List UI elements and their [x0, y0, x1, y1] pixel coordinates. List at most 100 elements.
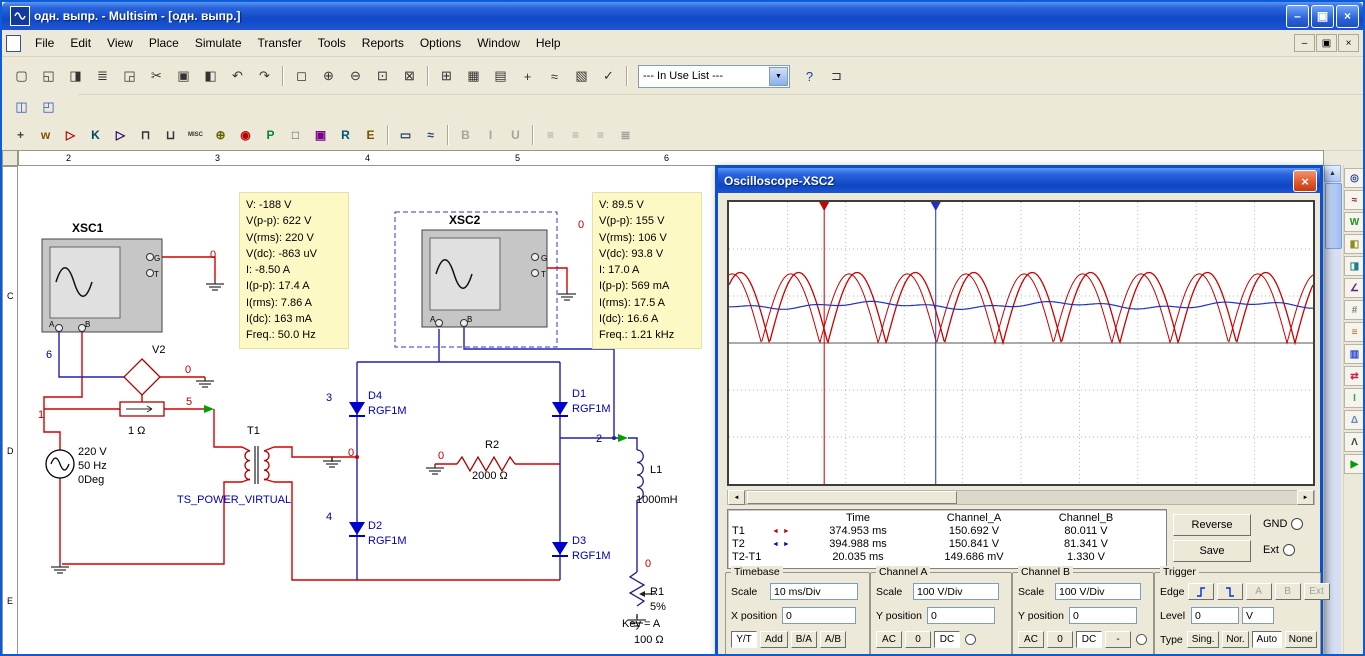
channel-a-scale-input[interactable]: 100 V/Div [913, 583, 999, 600]
grapher-icon[interactable]: ≈ [542, 64, 567, 89]
menu-place[interactable]: Place [141, 33, 187, 53]
frequency-counter-icon[interactable]: # [1344, 300, 1365, 320]
xsc1-oscilloscope-instrument[interactable] [42, 239, 162, 332]
scroll-left-icon[interactable]: ◄ [728, 490, 745, 505]
timebase-add-button[interactable]: Add [760, 631, 788, 648]
function-generator-icon[interactable]: ≈ [1344, 190, 1365, 210]
menu-tools[interactable]: Tools [310, 33, 354, 53]
wattmeter-icon[interactable]: W [1344, 212, 1365, 232]
maximize-button[interactable]: ▣ [1311, 5, 1334, 28]
full-screen-icon[interactable]: ◻ [289, 64, 314, 89]
place-cmos-icon[interactable]: ⊔ [159, 124, 182, 147]
ac-source-220v[interactable] [46, 450, 74, 478]
four-channel-oscilloscope-icon[interactable]: ◨ [1344, 256, 1365, 276]
place-transistor-icon[interactable]: K [84, 124, 107, 147]
xsc2-oscilloscope-instrument[interactable] [422, 230, 547, 327]
channel-b-y-position-input[interactable]: 0 [1069, 607, 1137, 624]
channel-a-zero-button[interactable]: 0 [905, 631, 931, 648]
reverse-button[interactable]: Reverse [1173, 514, 1251, 536]
timebase-x-position-input[interactable]: 0 [782, 607, 856, 624]
zoom-area-icon[interactable]: ⊡ [370, 64, 395, 89]
mdi-restore-button[interactable]: ▣ [1316, 34, 1337, 52]
channel-a-y-position-input[interactable]: 0 [927, 607, 995, 624]
menu-options[interactable]: Options [412, 33, 469, 53]
place-power-icon[interactable]: P [259, 124, 282, 147]
word-generator-icon[interactable]: ≡ [1344, 322, 1365, 342]
create-component-icon[interactable]: + [515, 64, 540, 89]
menu-view[interactable]: View [99, 33, 141, 53]
oscilloscope-icon[interactable]: ◧ [1344, 234, 1365, 254]
t1-cursor-spinner[interactable]: ◄ ► [772, 525, 798, 538]
bode-plotter-icon[interactable]: ∠ [1344, 278, 1365, 298]
place-source-icon[interactable]: + [9, 124, 32, 147]
distortion-analyzer-icon[interactable]: Δ [1344, 410, 1365, 430]
zoom-in-icon[interactable]: ⊕ [316, 64, 341, 89]
open-file-icon[interactable]: ◱ [36, 64, 61, 89]
iv-analyzer-icon[interactable]: I [1344, 388, 1365, 408]
resistor-r2[interactable] [457, 457, 515, 471]
cut-icon[interactable]: ✂ [144, 64, 169, 89]
trigger-rising-edge-icon[interactable] [1188, 583, 1214, 600]
ext-trigger-terminal-icon[interactable] [1283, 544, 1295, 556]
place-ttl-icon[interactable]: ⊓ [134, 124, 157, 147]
print-preview-icon[interactable]: ◲ [117, 64, 142, 89]
transformer-t1[interactable] [245, 446, 269, 484]
trigger-normal-button[interactable]: Nor. [1222, 631, 1249, 648]
menu-help[interactable]: Help [528, 33, 569, 53]
new-file-icon[interactable]: ▢ [9, 64, 34, 89]
series-resistor-1ohm[interactable] [120, 402, 164, 416]
paste-icon[interactable]: ◧ [198, 64, 223, 89]
zoom-out-icon[interactable]: ⊖ [343, 64, 368, 89]
in-use-list-dropdown[interactable]: --- In Use List --- ▼ [638, 65, 790, 88]
window-titlebar[interactable]: одн. выпр. - Multisim - [одн. выпр.] –▣× [2, 2, 1363, 30]
place-mixed-icon[interactable]: ⊕ [209, 124, 232, 147]
mdi-minimize-button[interactable]: – [1294, 34, 1315, 52]
component-wizard-icon[interactable]: ⊐ [824, 64, 849, 89]
measurement-probe-icon[interactable]: ▶ [1344, 454, 1365, 474]
trigger-level-unit[interactable]: V [1242, 607, 1274, 624]
place-misc-digital-icon[interactable]: MISC [184, 124, 207, 147]
postprocessor-icon[interactable]: ▧ [569, 64, 594, 89]
channel-b-minus-button[interactable]: - [1105, 631, 1131, 648]
oscilloscope-window[interactable]: Oscilloscope-XSC2 × ◄ ► Time Channel_A C… [715, 165, 1323, 656]
redo-icon[interactable]: ↷ [252, 64, 277, 89]
trigger-falling-edge-icon[interactable] [1217, 583, 1243, 600]
timebase-ab-button[interactable]: A/B [820, 631, 846, 648]
save-button[interactable]: Save [1173, 540, 1251, 562]
scope-scrollbar[interactable]: ◄ ► [727, 490, 1315, 505]
close-button[interactable]: × [1336, 5, 1359, 28]
menu-window[interactable]: Window [469, 33, 528, 53]
channel-b-scale-input[interactable]: 100 V/Div [1055, 583, 1141, 600]
hierarchical-block-icon[interactable]: ▭ [394, 124, 417, 147]
channel-b-dc-button[interactable]: DC [1076, 631, 1102, 648]
place-advanced-peripherals-icon[interactable]: ▣ [309, 124, 332, 147]
copy-icon[interactable]: ▣ [171, 64, 196, 89]
scroll-up-icon[interactable]: ▲ [1324, 165, 1341, 182]
trigger-level-input[interactable]: 0 [1191, 607, 1239, 624]
channel-b-zero-button[interactable]: 0 [1047, 631, 1073, 648]
place-diode-icon[interactable]: ▷ [59, 124, 82, 147]
save-icon[interactable]: ◨ [63, 64, 88, 89]
minimize-button[interactable]: – [1286, 5, 1309, 28]
oscilloscope-titlebar[interactable]: Oscilloscope-XSC2 [718, 168, 1320, 193]
database-manager-icon[interactable]: ▤ [488, 64, 513, 89]
menu-reports[interactable]: Reports [354, 33, 412, 53]
inductor-l1[interactable] [637, 450, 643, 500]
logic-analyzer-icon[interactable]: ▥ [1344, 344, 1365, 364]
multimeter-icon[interactable]: ◎ [1344, 168, 1365, 188]
place-basic-icon[interactable]: w [34, 124, 57, 147]
timebase-yt-button[interactable]: Y/T [731, 631, 757, 648]
gnd-terminal-icon[interactable] [1291, 518, 1303, 530]
channel-b-ac-button[interactable]: AC [1018, 631, 1044, 648]
spreadsheet-view-icon[interactable]: ▦ [461, 64, 486, 89]
window-cascade-icon[interactable]: ◰ [36, 95, 61, 120]
scrollbar-thumb[interactable] [747, 491, 957, 504]
channel-a-dc-button[interactable]: DC [934, 631, 960, 648]
channel-a-ac-button[interactable]: AC [876, 631, 902, 648]
scroll-right-icon[interactable]: ► [1297, 490, 1314, 505]
window-tile-icon[interactable]: ◫ [9, 95, 34, 120]
logic-converter-icon[interactable]: ⇄ [1344, 366, 1365, 386]
menu-transfer[interactable]: Transfer [250, 33, 310, 53]
undo-icon[interactable]: ↶ [225, 64, 250, 89]
v2-source[interactable] [124, 359, 160, 395]
